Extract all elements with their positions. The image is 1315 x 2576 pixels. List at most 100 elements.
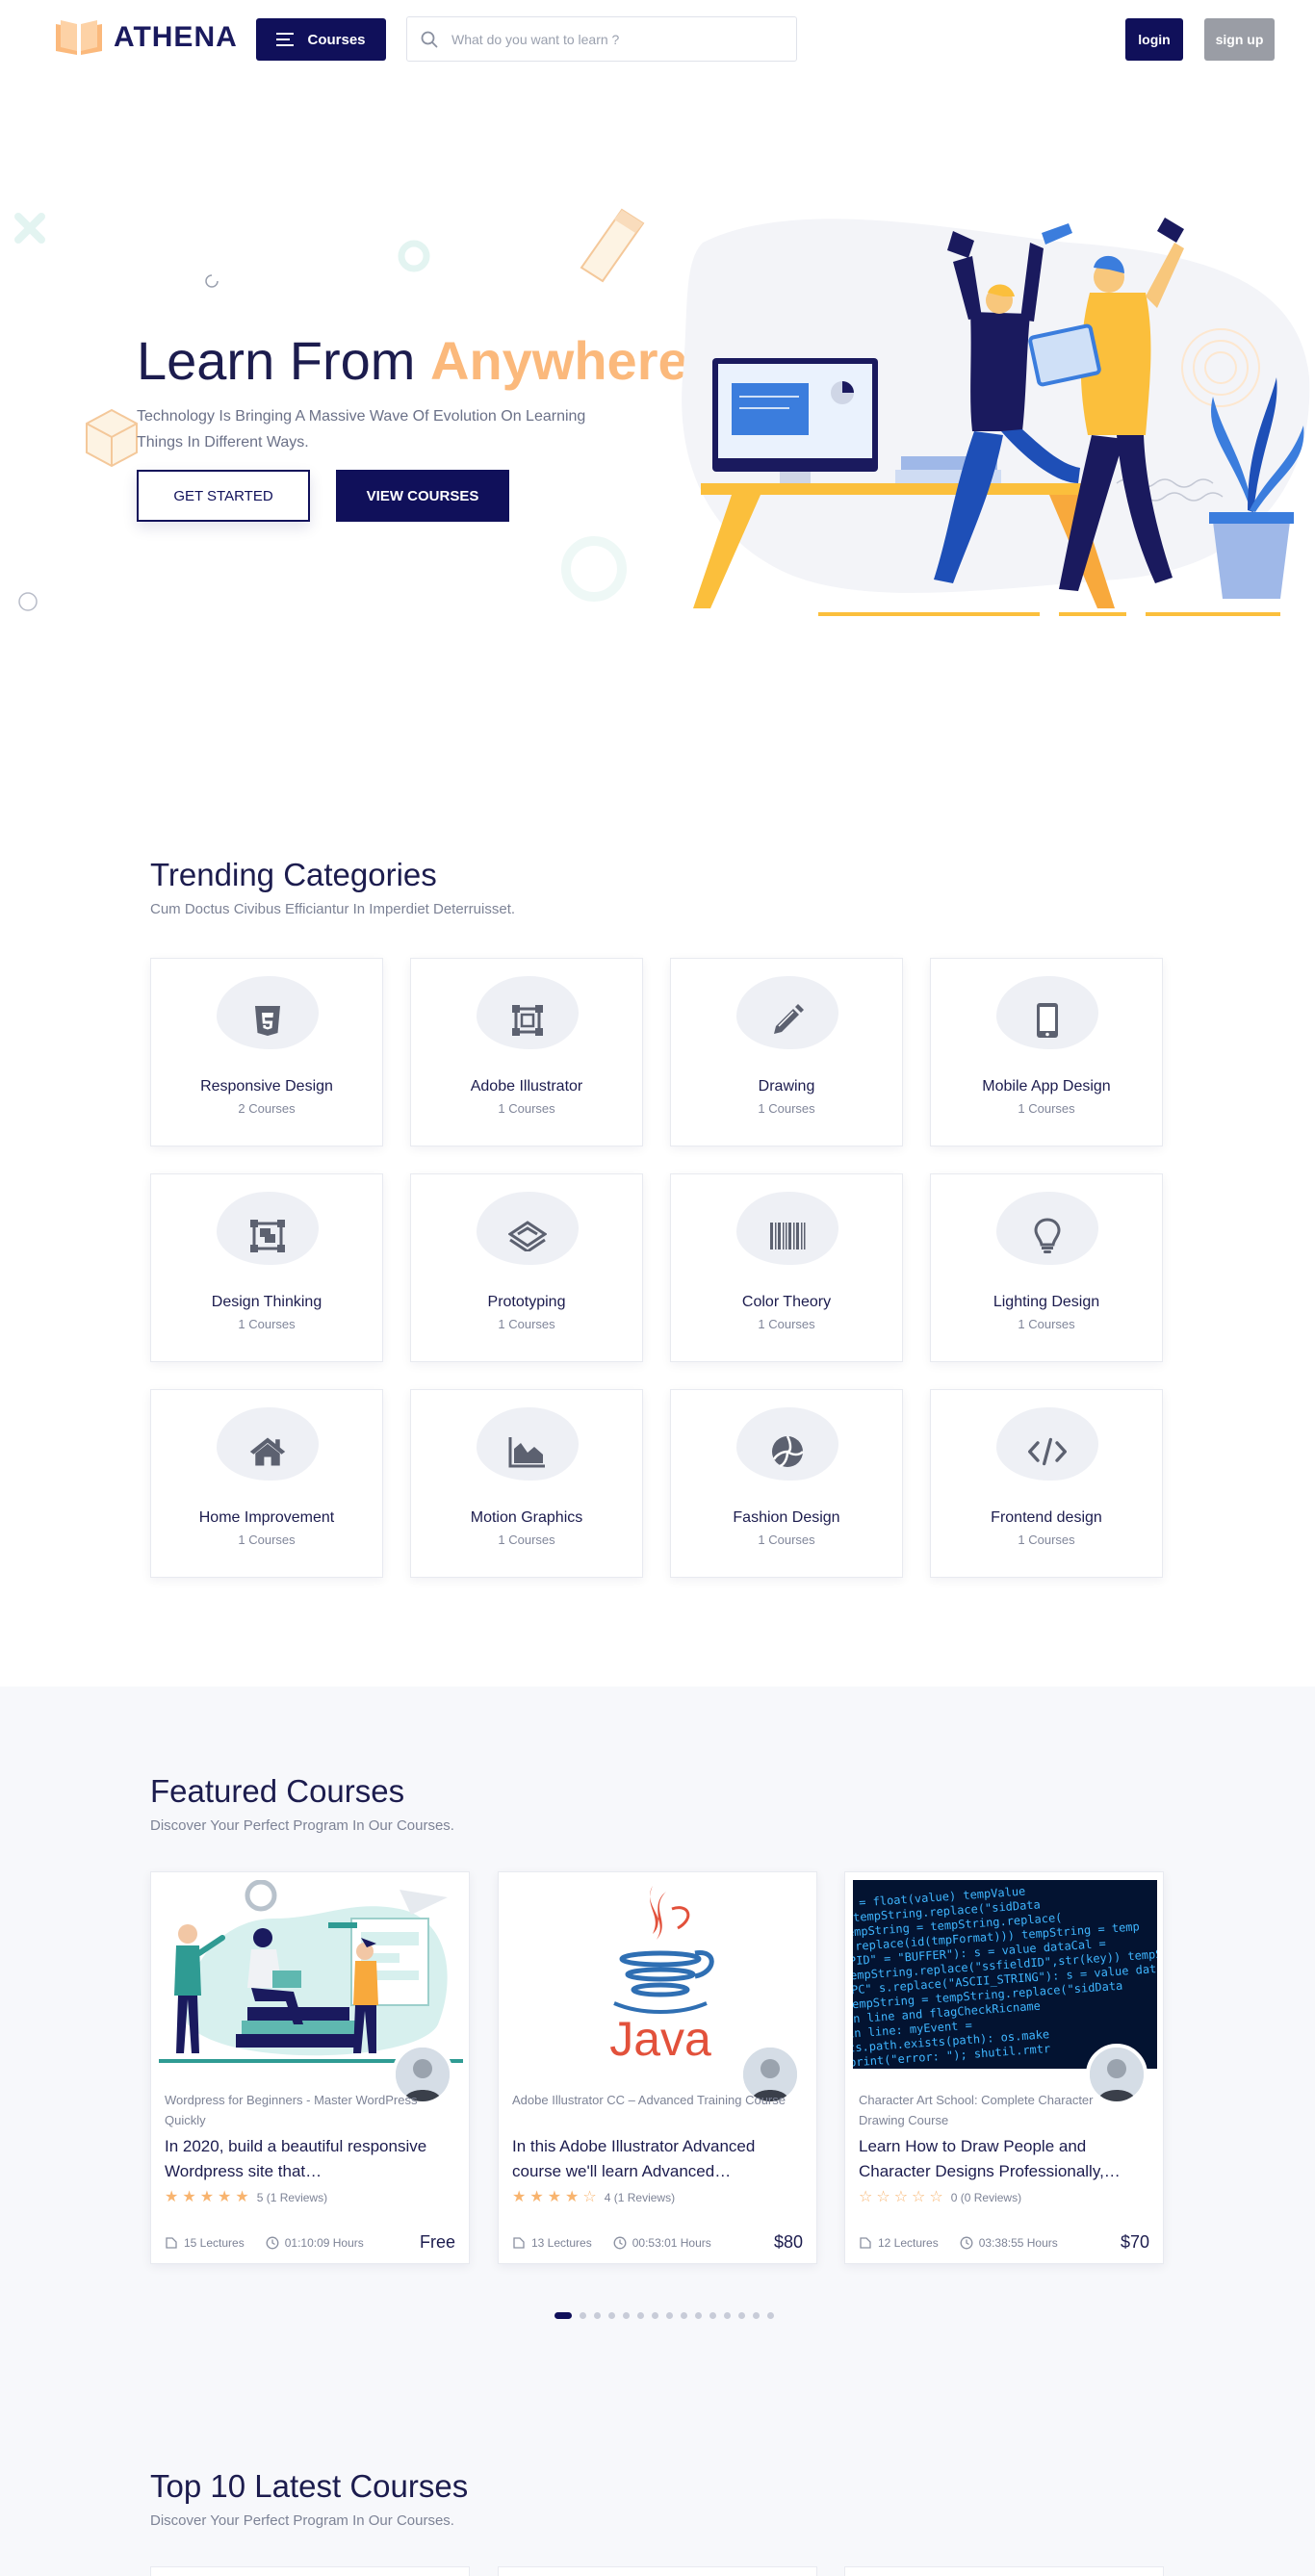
category-card[interactable]: Drawing 1 Courses [670, 958, 903, 1146]
category-card[interactable]: Fashion Design 1 Courses [670, 1389, 903, 1578]
code-screen: ue = float(value) tempValue + tempString.… [853, 1880, 1157, 2069]
featured-subtitle: Discover Your Perfect Program In Our Cou… [150, 1817, 454, 1834]
logo[interactable]: ATHENA [52, 18, 238, 57]
clock-icon [613, 2236, 627, 2249]
courses-menu-button[interactable]: Courses [256, 18, 386, 61]
review-count: 0 (0 Reviews) [950, 2191, 1022, 2204]
category-name: Prototyping [487, 1294, 566, 1310]
cross-decoration-icon [14, 213, 45, 244]
category-card[interactable]: Motion Graphics 1 Courses [410, 1389, 643, 1578]
star-outline-icon: ☆ [912, 2189, 926, 2205]
carousel-dot[interactable] [637, 2312, 644, 2319]
category-name: Lighting Design [993, 1294, 1100, 1310]
menu-icon [276, 33, 295, 46]
course-price: $70 [1120, 2232, 1149, 2252]
view-courses-button[interactable]: VIEW COURSES [336, 470, 509, 522]
category-card[interactable]: Design Thinking 1 Courses [150, 1173, 383, 1362]
star-icon: ★ [165, 2189, 179, 2205]
course-card[interactable]: Java Adobe Illustrator CC – Advanced Tra… [498, 1871, 817, 2264]
get-started-button[interactable]: GET STARTED [137, 470, 310, 522]
star-outline-icon: ☆ [582, 2189, 597, 2205]
carousel-dot[interactable] [594, 2312, 601, 2319]
signup-button[interactable]: sign up [1204, 18, 1275, 61]
category-card[interactable]: Mobile App Design 1 Courses [930, 958, 1163, 1146]
carousel-dot[interactable] [666, 2312, 673, 2319]
category-count: 1 Courses [238, 1317, 296, 1331]
layers-icon [508, 1217, 547, 1255]
category-name: Color Theory [741, 1294, 832, 1310]
category-name: Mobile App Design [982, 1078, 1111, 1095]
star-outline-icon: ☆ [859, 2189, 873, 2205]
latest-subtitle: Discover Your Perfect Program In Our Cou… [150, 2512, 454, 2529]
carousel-dot[interactable] [709, 2312, 716, 2319]
course-price: Free [419, 2232, 455, 2252]
hero-subtitle: Technology Is Bringing A Massive Wave Of… [137, 408, 586, 451]
featured-courses-section: Featured Courses Discover Your Perfect P… [0, 1687, 1315, 2576]
star-icon: ★ [547, 2189, 562, 2205]
course-meta: 13 Lectures 00:53:01 Hours $80 [512, 2232, 803, 2253]
category-card[interactable]: Responsive Design 2 Courses [150, 958, 383, 1146]
carousel-dot[interactable] [695, 2312, 702, 2319]
lecture-count: 13 Lectures [531, 2235, 592, 2250]
carousel-dot[interactable] [554, 2312, 572, 2319]
course-card[interactable] [498, 2566, 817, 2576]
carousel-dot[interactable] [724, 2312, 731, 2319]
star-outline-icon: ☆ [893, 2189, 909, 2205]
star-icon: ★ [218, 2189, 232, 2205]
carousel-dot[interactable] [767, 2312, 774, 2319]
course-duration: 03:38:55 Hours [978, 2235, 1058, 2250]
course-category: Character Art School: Complete Character… [859, 2093, 1094, 2127]
category-count: 1 Courses [758, 1101, 815, 1116]
star-icon: ★ [182, 2189, 196, 2205]
category-count: 1 Courses [1018, 1101, 1075, 1116]
course-thumbnail: ue = float(value) tempValue + tempString.… [853, 1880, 1157, 2069]
course-meta: 12 Lectures 03:38:55 Hours $70 [859, 2232, 1149, 2253]
search-input[interactable] [451, 31, 779, 47]
star-icon: ★ [235, 2189, 249, 2205]
carousel-dot[interactable] [681, 2312, 687, 2319]
category-card[interactable]: Adobe Illustrator 1 Courses [410, 958, 643, 1146]
login-button[interactable]: login [1125, 18, 1183, 61]
carousel-dot[interactable] [738, 2312, 745, 2319]
star-icon: ★ [199, 2189, 215, 2205]
hero-title-prefix: Learn From [137, 330, 430, 391]
category-card[interactable]: Home Improvement 1 Courses [150, 1389, 383, 1578]
course-title[interactable]: In this Adobe Illustrator Advanced cours… [512, 2134, 801, 2184]
lightbulb-icon [1028, 1217, 1067, 1255]
book-logo-icon [56, 20, 102, 55]
category-card[interactable]: Prototyping 1 Courses [410, 1173, 643, 1362]
course-card[interactable] [150, 2566, 470, 2576]
carousel-dot[interactable] [652, 2312, 658, 2319]
hero-title: Learn From Anywhere [137, 329, 688, 392]
category-name: Fashion Design [733, 1509, 840, 1526]
carousel-dot[interactable] [753, 2312, 760, 2319]
small-circle-decoration-icon [18, 592, 38, 611]
category-count: 2 Courses [238, 1101, 296, 1116]
lectures-icon [513, 2236, 525, 2249]
hero-section: Learn From Anywhere Technology Is Bringi… [0, 79, 1315, 695]
course-card[interactable]: ue = float(value) tempValue + tempString.… [844, 1871, 1164, 2264]
course-category: Adobe Illustrator CC – Advanced Training… [512, 2093, 786, 2107]
course-title[interactable]: In 2020, build a beautiful responsive Wo… [165, 2134, 453, 2184]
course-category: Wordpress for Beginners - Master WordPre… [165, 2093, 418, 2127]
category-card[interactable]: Frontend design 1 Courses [930, 1389, 1163, 1578]
java-wordmark: Java [609, 2012, 711, 2066]
course-rating: ★ ★ ★ ★ ☆ 4 (1 Reviews) [512, 2190, 675, 2205]
cube-decoration-icon [86, 408, 138, 468]
trending-title: Trending Categories [150, 857, 437, 892]
review-count: 5 (1 Reviews) [256, 2191, 328, 2204]
course-meta: 15 Lectures 01:10:09 Hours Free [165, 2232, 455, 2253]
course-title[interactable]: Learn How to Draw People and Character D… [859, 2134, 1147, 2184]
category-card[interactable]: Color Theory 1 Courses [670, 1173, 903, 1362]
course-card[interactable]: Wordpress for Beginners - Master WordPre… [150, 1871, 470, 2264]
carousel-dot[interactable] [623, 2312, 630, 2319]
course-card[interactable] [844, 2566, 1164, 2576]
carousel-dot[interactable] [608, 2312, 615, 2319]
category-grid: Responsive Design 2 Courses Adobe Illust… [150, 958, 1165, 1578]
carousel-pagination [554, 2312, 774, 2319]
carousel-dot[interactable] [580, 2312, 586, 2319]
course-rating: ☆ ☆ ☆ ☆ ☆ 0 (0 Reviews) [859, 2190, 1021, 2205]
search-bar [406, 16, 797, 62]
category-card[interactable]: Lighting Design 1 Courses [930, 1173, 1163, 1362]
category-name: Design Thinking [211, 1294, 322, 1310]
